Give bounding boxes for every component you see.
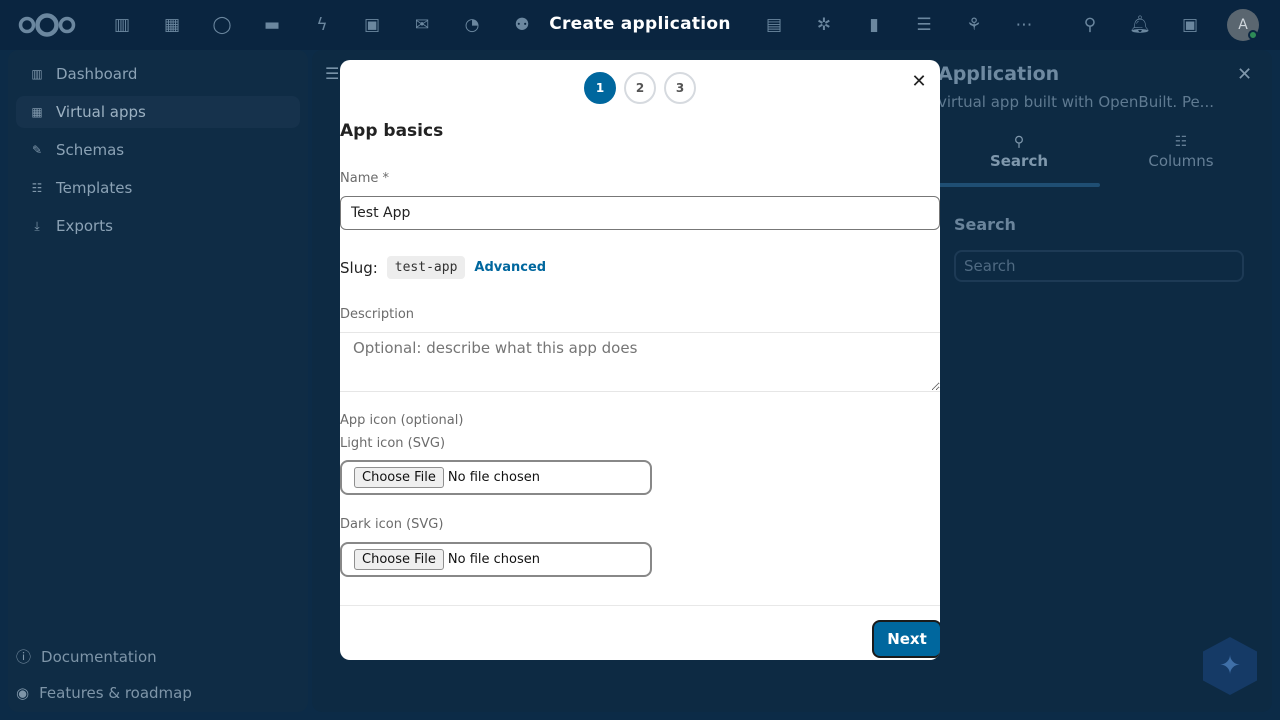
download-icon: ⤓: [34, 218, 40, 233]
nav-item-dashboard[interactable]: ▥ Dashboard: [16, 58, 300, 90]
nav-item-label: Dashboard: [56, 65, 138, 83]
step-indicator: 1 2 3: [584, 72, 696, 104]
menu-toggle-icon[interactable]: ☰: [325, 64, 339, 83]
tab-label: Search: [989, 152, 1049, 170]
tab-search[interactable]: ⚲ Search: [938, 134, 1100, 170]
section-title: App basics: [340, 121, 444, 141]
nav-footer-roadmap[interactable]: ◉ Features & roadmap: [16, 684, 192, 702]
columns-icon: ☷: [1174, 134, 1188, 150]
sidebar-search-input[interactable]: Search: [954, 250, 1244, 282]
slug-row: Slug: test-app Advanced: [340, 256, 546, 279]
sidebar-title: Application: [938, 63, 1060, 85]
modal-heading: Create application: [549, 14, 731, 34]
nav-item-virtual-apps[interactable]: ▦ Virtual apps: [16, 96, 300, 128]
sidebar-search-label: Search: [954, 215, 1016, 234]
choose-file-button[interactable]: Choose File: [354, 467, 444, 488]
info-icon: ⓘ: [16, 648, 32, 666]
dark-icon-file-input[interactable]: Choose File No file chosen: [340, 542, 652, 577]
footer-divider: [340, 605, 940, 606]
description-textarea[interactable]: [340, 332, 940, 392]
wrench-icon: ✎: [31, 143, 43, 157]
tab-label: Columns: [1148, 152, 1214, 170]
step-2[interactable]: 2: [624, 72, 656, 104]
nav-footer-label: Documentation: [41, 647, 157, 666]
eye-icon: ◉: [16, 684, 30, 702]
nav-item-templates[interactable]: ☷ Templates: [16, 172, 300, 204]
nav-item-label: Schemas: [56, 141, 125, 159]
name-label: Name *: [340, 171, 389, 186]
create-application-dialog: ✕ 1 2 3 App basics Name * Slug: test-app…: [340, 60, 940, 660]
nav-item-label: Templates: [56, 179, 133, 197]
nav-item-label: Exports: [56, 217, 113, 235]
nav-item-exports[interactable]: ⤓ Exports: [16, 210, 300, 242]
step-3[interactable]: 3: [664, 72, 696, 104]
checklist-icon: ☷: [31, 181, 43, 195]
app-navigation: ▥ Dashboard ▦ Virtual apps ✎ Schemas ☷ T…: [8, 50, 308, 712]
dashboard-icon: ▥: [31, 67, 43, 81]
search-icon: ⚲: [1013, 134, 1025, 150]
nav-footer-label: Features & roadmap: [39, 684, 192, 702]
slug-value: test-app: [386, 256, 466, 279]
active-tab-indicator: [938, 183, 1100, 187]
advanced-link[interactable]: Advanced: [474, 260, 546, 275]
close-icon[interactable]: ✕: [906, 69, 932, 95]
virtual-apps-icon: ▦: [31, 105, 43, 119]
tab-columns[interactable]: ☷ Columns: [1100, 134, 1262, 170]
nav-item-label: Virtual apps: [56, 103, 146, 121]
nav-item-schemas[interactable]: ✎ Schemas: [16, 134, 300, 166]
sidebar-close-icon[interactable]: ✕: [1237, 64, 1252, 85]
nav-footer-documentation[interactable]: ⓘ Documentation: [16, 646, 157, 667]
sidebar-subtitle: virtual app built with OpenBuilt. Pe...: [938, 93, 1214, 111]
light-icon-label: Light icon (SVG): [340, 436, 446, 451]
slug-label: Slug:: [340, 258, 378, 277]
name-input[interactable]: [340, 196, 940, 230]
app-icon-label: App icon (optional): [340, 413, 464, 428]
dark-icon-label: Dark icon (SVG): [340, 517, 444, 532]
description-label: Description: [340, 307, 415, 322]
light-icon-file-input[interactable]: Choose File No file chosen: [340, 460, 652, 495]
choose-file-button[interactable]: Choose File: [354, 549, 444, 570]
file-status: No file chosen: [447, 552, 540, 567]
file-status: No file chosen: [447, 470, 540, 485]
step-1[interactable]: 1: [584, 72, 616, 104]
next-button[interactable]: Next: [874, 622, 940, 656]
